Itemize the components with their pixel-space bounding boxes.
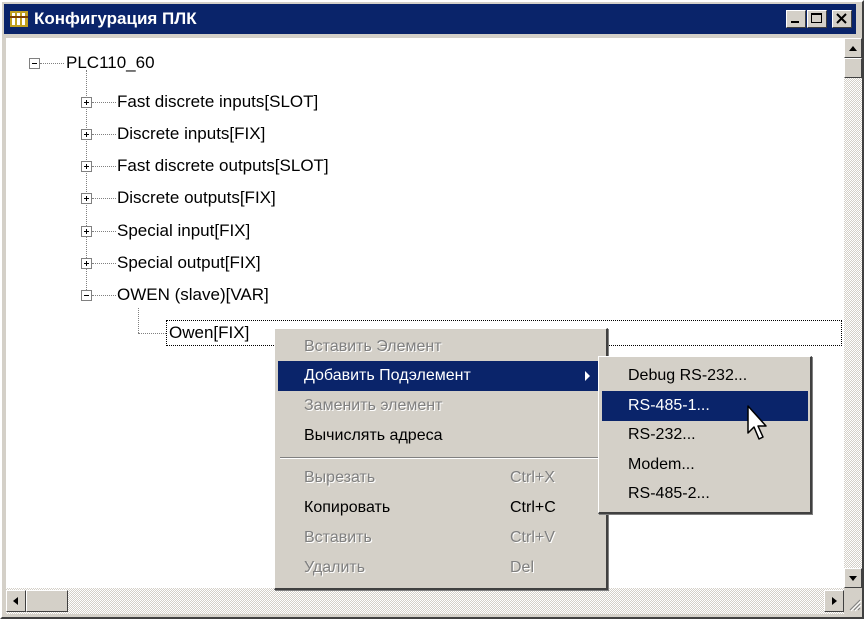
menu-item-paste[interactable]: Вставить Ctrl+V [278,523,604,553]
tree-item-owen[interactable]: Owen[FIX] [169,320,249,346]
mouse-cursor-icon [747,405,767,440]
tree-item-special-input[interactable]: Special input[FIX] [117,218,250,244]
scroll-thumb[interactable] [844,58,862,78]
close-icon [836,13,847,24]
menu-item-cut[interactable]: Вырезать Ctrl+X [278,463,604,493]
menu-item-copy[interactable]: Копировать Ctrl+C [278,493,604,523]
submenu-item-rs485-2[interactable]: RS-485-2... [602,479,808,509]
arrow-down-icon [849,576,857,581]
tree-item-owen-slave[interactable]: OWEN (slave)[VAR] [117,282,269,308]
size-grip[interactable] [844,588,862,614]
menu-item-calculate-addresses[interactable]: Вычислять адреса [278,421,604,451]
expand-icon[interactable] [81,226,92,237]
horizontal-scrollbar[interactable] [6,588,844,614]
hscroll-thumb[interactable] [26,590,68,612]
window-title: Конфигурация ПЛК [34,9,197,28]
scroll-down-button[interactable] [844,568,862,588]
submenu-item-rs485-1[interactable]: RS-485-1... [602,391,808,421]
submenu-item-debug-rs232[interactable]: Debug RS-232... [602,361,808,391]
submenu-item-rs232[interactable]: RS-232... [602,420,808,450]
menu-item-add-subelement[interactable]: Добавить Подэлемент [278,361,604,391]
menu-item-insert-element[interactable]: Вставить Элемент [278,332,604,362]
menu-item-replace-element[interactable]: Заменить элемент [278,391,604,421]
context-menu: Вставить Элемент Добавить Подэлемент Зам… [274,328,608,590]
minimize-button[interactable] [786,10,806,28]
vertical-scrollbar[interactable] [844,38,862,588]
close-button[interactable] [832,10,852,28]
tree-item-discrete-outputs[interactable]: Discrete outputs[FIX] [117,185,276,211]
arrow-up-icon [849,46,857,51]
tree-item-special-output[interactable]: Special output[FIX] [117,250,261,276]
expand-icon[interactable] [81,161,92,172]
expand-icon[interactable] [81,129,92,140]
minimize-icon [791,21,799,23]
scroll-right-button[interactable] [824,590,844,612]
menu-separator [280,457,600,459]
expand-icon[interactable] [81,193,92,204]
arrow-left-icon [13,597,18,605]
title-bar[interactable]: Конфигурация ПЛК [4,4,856,34]
tree-item-fast-discrete-outputs[interactable]: Fast discrete outputs[SLOT] [117,153,329,179]
tree-item-fast-discrete-inputs[interactable]: Fast discrete inputs[SLOT] [117,89,318,115]
menu-item-delete[interactable]: Удалить Del [278,553,604,583]
submenu: Debug RS-232... RS-485-1... RS-232... Mo… [598,356,812,514]
submenu-item-modem[interactable]: Modem... [602,450,808,480]
scroll-up-button[interactable] [844,38,862,58]
size-grip-icon [849,599,862,612]
expand-icon[interactable] [81,97,92,108]
arrow-right-icon [832,597,837,605]
collapse-icon[interactable] [81,290,92,301]
expand-icon[interactable] [81,258,92,269]
maximize-icon [811,13,822,23]
scroll-left-button[interactable] [6,590,26,612]
submenu-arrow-icon [585,371,590,381]
plc-config-icon [10,11,28,27]
tree-root-label[interactable]: PLC110_60 [66,50,155,76]
collapse-icon[interactable] [29,58,40,69]
tree-item-discrete-inputs[interactable]: Discrete inputs[FIX] [117,121,265,147]
maximize-button[interactable] [807,10,827,28]
